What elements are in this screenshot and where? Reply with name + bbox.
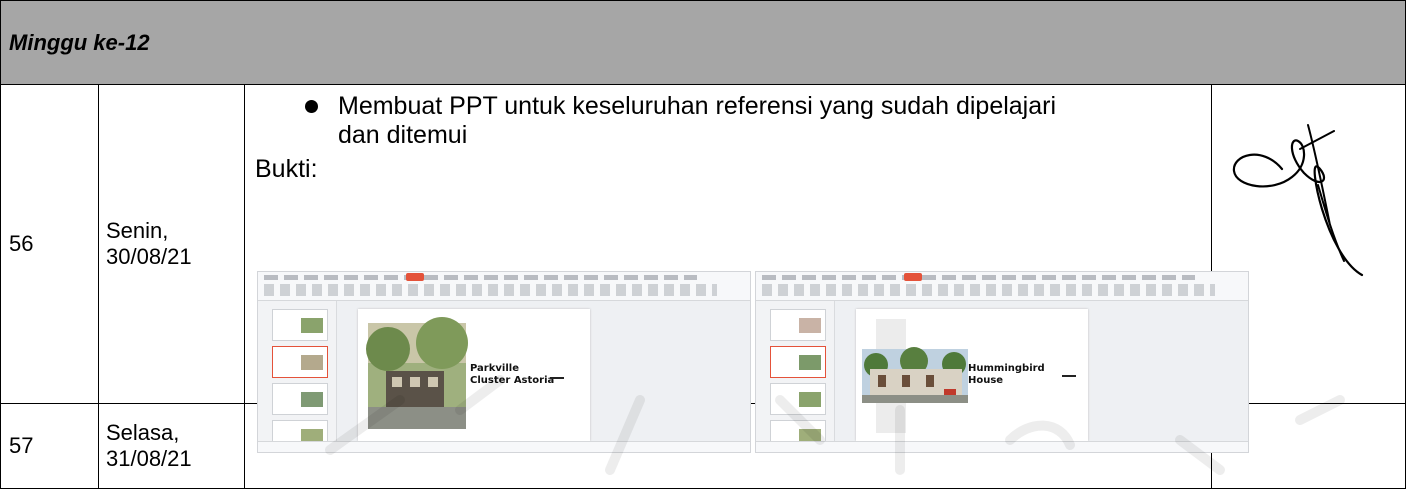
activity-log-table: Minggu ke-12 56 Senin, 30/08/21 Membuat … (0, 0, 1406, 489)
slide-thumbnails (258, 301, 337, 452)
row-date: Senin, 30/08/21 (98, 84, 245, 404)
proof-label: Bukti: (255, 155, 318, 183)
bullet-icon (305, 100, 318, 113)
signature-cell (1210, 84, 1406, 404)
slide-dash (1062, 375, 1076, 377)
slide-title: Parkville Cluster Astoria (470, 363, 555, 386)
signature-image (1232, 124, 1364, 277)
ppt-screenshot-parkville: Parkville Cluster Astoria (257, 271, 751, 453)
week-title: Minggu ke-12 (0, 0, 1406, 85)
activity-cell: Membuat PPT untuk keseluruhan referensi … (244, 84, 1249, 453)
slide-thumbnails (756, 301, 835, 452)
slide-canvas: Hummingbird House (856, 309, 1088, 441)
activity-text: Membuat PPT untuk keseluruhan referensi … (338, 92, 1057, 149)
proof-screenshots: Parkville Cluster Astoria Hummingbird Ho… (257, 271, 1249, 453)
ribbon (756, 272, 1248, 301)
table-row: 56 Senin, 30/08/21 Membuat PPT untuk kes… (0, 84, 1406, 453)
row-date-text: Selasa, 31/08/21 (106, 420, 192, 471)
ppt-screenshot-hummingbird: Hummingbird House (755, 271, 1249, 453)
row-date: Selasa, 31/08/21 (98, 403, 245, 489)
row-number: 56 (0, 84, 99, 404)
slide-canvas: Parkville Cluster Astoria (358, 309, 590, 441)
slide-dash (550, 377, 564, 379)
status-bar (258, 441, 750, 452)
status-bar (756, 441, 1248, 452)
slide-title: Hummingbird House (968, 363, 1045, 386)
ribbon (258, 272, 750, 301)
row-number: 57 (0, 403, 99, 489)
week-header-row: Minggu ke-12 (0, 0, 1406, 85)
row-date-text: Senin, 30/08/21 (106, 218, 192, 269)
activity-bullet: Membuat PPT untuk keseluruhan referensi … (305, 92, 1211, 150)
